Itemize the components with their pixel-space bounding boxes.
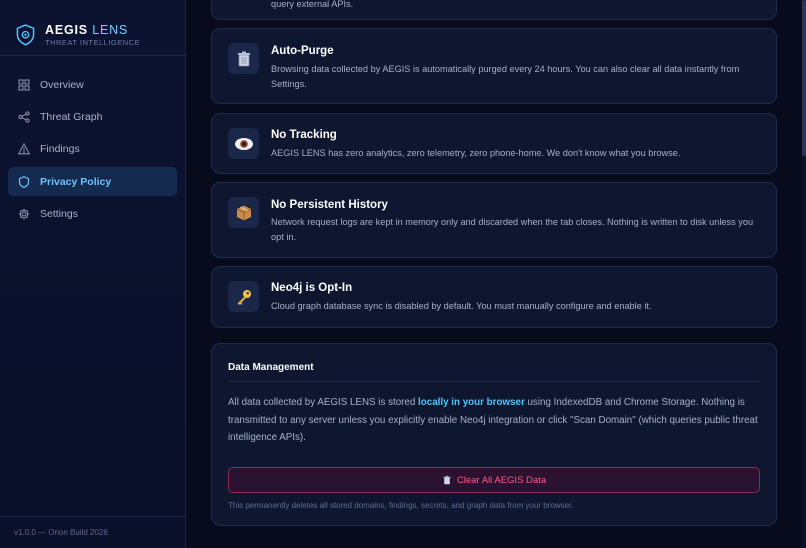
shield-icon	[18, 175, 30, 188]
sidebar-item-label: Privacy Policy	[40, 175, 112, 188]
card-description: Browsing data collected by AEGIS is auto…	[271, 64, 740, 89]
card-title: Neo4j is Opt-In	[271, 282, 353, 294]
brand: AEGIS LENS THREAT INTELLIGENCE	[0, 0, 185, 56]
scrollbar-track[interactable]	[802, 0, 806, 548]
sidebar-item-settings[interactable]: Settings	[8, 200, 177, 229]
divider	[228, 381, 760, 382]
scrollbar-thumb[interactable]	[802, 0, 806, 156]
sidebar-item-label: Overview	[40, 78, 84, 91]
share-nodes-icon	[18, 111, 30, 123]
highlight-text: locally in your browser	[418, 397, 525, 408]
card-title: No Persistent History	[271, 199, 388, 211]
card-description: query external APIs.	[271, 0, 354, 9]
trash-icon	[228, 43, 259, 74]
version-label: v1.0.0 — Orion Build 2026	[0, 516, 186, 548]
policy-card-no-persistent-history: No Persistent History Network request lo…	[211, 182, 777, 258]
sidebar-item-label: Findings	[40, 143, 80, 156]
sidebar-item-overview[interactable]: Overview	[8, 70, 177, 99]
card-description: AEGIS LENS has zero analytics, zero tele…	[271, 148, 681, 158]
package-icon	[228, 197, 259, 228]
brand-subtitle: THREAT INTELLIGENCE	[45, 38, 141, 47]
policy-card-auto-purge: Auto-Purge Browsing data collected by AE…	[211, 28, 777, 104]
sidebar: AEGIS LENS THREAT INTELLIGENCE Overview …	[0, 0, 186, 548]
sidebar-item-findings[interactable]: Findings	[8, 135, 177, 164]
gear-icon	[18, 208, 30, 220]
policy-card-partial: query external APIs.	[211, 0, 777, 20]
policy-card-no-tracking: No Tracking AEGIS LENS has zero analytic…	[211, 113, 777, 174]
brand-name: AEGIS LENS	[45, 22, 129, 37]
clear-all-data-button[interactable]: Clear All AEGIS Data	[228, 467, 760, 493]
shield-logo-icon	[16, 24, 35, 46]
sidebar-item-privacy-policy[interactable]: Privacy Policy	[8, 167, 177, 197]
card-description: Cloud graph database sync is disabled by…	[271, 301, 652, 311]
sidebar-item-label: Threat Graph	[40, 110, 103, 123]
key-icon	[228, 281, 259, 312]
policy-card-neo4j-opt-in: Neo4j is Opt-In Cloud graph database syn…	[211, 266, 777, 328]
warning-triangle-icon	[18, 143, 30, 155]
trash-icon	[443, 475, 451, 485]
section-title: Data Management	[228, 362, 314, 373]
card-description: Network request logs are kept in memory …	[271, 217, 754, 242]
sidebar-item-label: Settings	[40, 208, 78, 221]
eye-icon	[228, 128, 259, 159]
warning-note: This permanently deletes all stored doma…	[228, 501, 574, 510]
card-title: Auto-Purge	[271, 45, 334, 57]
grid-icon	[18, 78, 30, 91]
data-management-panel: Data Management All data collected by AE…	[211, 343, 777, 526]
sidebar-nav: Overview Threat Graph Findings Privacy P…	[0, 56, 185, 229]
main-content: query external APIs. Auto-Purge Browsing…	[186, 0, 806, 548]
sidebar-item-threat-graph[interactable]: Threat Graph	[8, 102, 177, 131]
data-management-description: All data collected by AEGIS LENS is stor…	[228, 397, 758, 443]
card-title: No Tracking	[271, 129, 337, 141]
